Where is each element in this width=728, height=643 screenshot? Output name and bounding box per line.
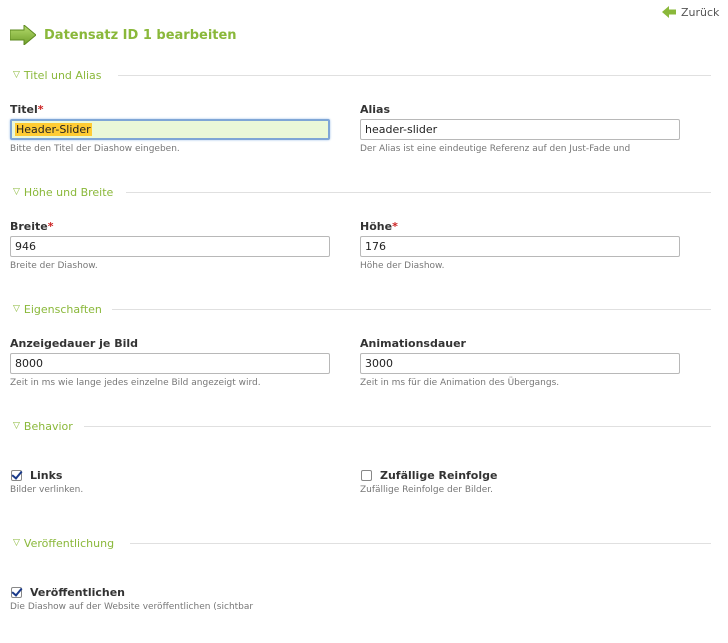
- page-title: Datensatz ID 1 bearbeiten: [44, 27, 237, 43]
- zufall-checkbox[interactable]: [361, 469, 372, 481]
- titel-value: Header-Slider: [15, 123, 92, 136]
- back-link[interactable]: Zurück: [662, 4, 719, 20]
- section-label: Höhe und Breite: [23, 185, 114, 199]
- veroeffentlichen-checkbox[interactable]: [11, 586, 22, 598]
- section-divider: [84, 426, 711, 427]
- collapse-triangle-icon: ▽: [13, 70, 20, 80]
- alias-label: Alias: [360, 103, 391, 116]
- links-row: Links: [11, 467, 62, 483]
- titel-input[interactable]: Header-Slider: [10, 119, 330, 140]
- zufall-row: Zufällige Reinfolge: [361, 467, 497, 483]
- section-divider: [112, 309, 711, 310]
- required-marker: *: [392, 220, 398, 233]
- breite-label: Breite*: [10, 220, 54, 233]
- forward-arrow-icon: [10, 25, 36, 45]
- section-label: Behavior: [23, 419, 73, 433]
- animationsdauer-label: Animationsdauer: [360, 337, 466, 350]
- links-label: Links: [30, 468, 63, 482]
- hoehe-label: Höhe*: [360, 220, 398, 233]
- section-titel-alias[interactable]: ▽ Titel und Alias: [13, 68, 102, 82]
- hoehe-hint: Höhe der Diashow.: [360, 261, 445, 271]
- required-marker: *: [47, 220, 54, 233]
- page-header: Datensatz ID 1 bearbeiten: [10, 23, 237, 47]
- titel-hint: Bitte den Titel der Diashow eingeben.: [10, 144, 180, 154]
- veroeffentlichen-hint: Die Diashow auf der Website veröffentlic…: [10, 602, 254, 612]
- titel-label: Titel*: [10, 103, 44, 116]
- section-eigenschaften[interactable]: ▽ Eigenschaften: [13, 302, 102, 316]
- links-hint: Bilder verlinken.: [10, 485, 84, 495]
- section-veroeffentlichung[interactable]: ▽ Veröffentlichung: [13, 536, 114, 550]
- anzeigedauer-label: Anzeigedauer je Bild: [10, 337, 139, 350]
- section-divider: [118, 75, 711, 76]
- links-checkbox[interactable]: [11, 469, 22, 481]
- section-label: Titel und Alias: [23, 68, 102, 82]
- collapse-triangle-icon: ▽: [13, 538, 20, 548]
- section-divider: [130, 543, 711, 544]
- anzeigedauer-hint: Zeit in ms wie lange jedes einzelne Bild…: [10, 378, 261, 388]
- animationsdauer-input[interactable]: 3000: [360, 353, 680, 374]
- collapse-triangle-icon: ▽: [13, 421, 20, 431]
- section-label: Veröffentlichung: [23, 536, 115, 550]
- back-label: Zurück: [681, 5, 720, 19]
- section-hoehe-breite[interactable]: ▽ Höhe und Breite: [13, 185, 113, 199]
- required-marker: *: [37, 103, 44, 116]
- collapse-triangle-icon: ▽: [13, 304, 20, 314]
- anzeigedauer-input[interactable]: 8000: [10, 353, 330, 374]
- zufall-label: Zufällige Reinfolge: [380, 468, 498, 482]
- hoehe-input[interactable]: 176: [360, 236, 680, 257]
- alias-hint: Der Alias ist eine eindeutige Referenz a…: [360, 144, 631, 154]
- section-label: Eigenschaften: [23, 302, 102, 316]
- breite-input[interactable]: 946: [10, 236, 330, 257]
- breite-hint: Breite der Diashow.: [10, 261, 98, 271]
- animationsdauer-hint: Zeit in ms für die Animation des Übergan…: [360, 378, 560, 388]
- section-behavior[interactable]: ▽ Behavior: [13, 419, 73, 433]
- collapse-triangle-icon: ▽: [13, 187, 20, 197]
- zufall-hint: Zufällige Reinfolge der Bilder.: [360, 485, 494, 495]
- veroeffentlichen-row: Veröffentlichen: [11, 584, 125, 600]
- veroeffentlichen-label: Veröffentlichen: [30, 585, 125, 599]
- section-divider: [126, 192, 711, 193]
- alias-input[interactable]: header-slider: [360, 119, 680, 140]
- back-arrow-icon: [662, 6, 676, 18]
